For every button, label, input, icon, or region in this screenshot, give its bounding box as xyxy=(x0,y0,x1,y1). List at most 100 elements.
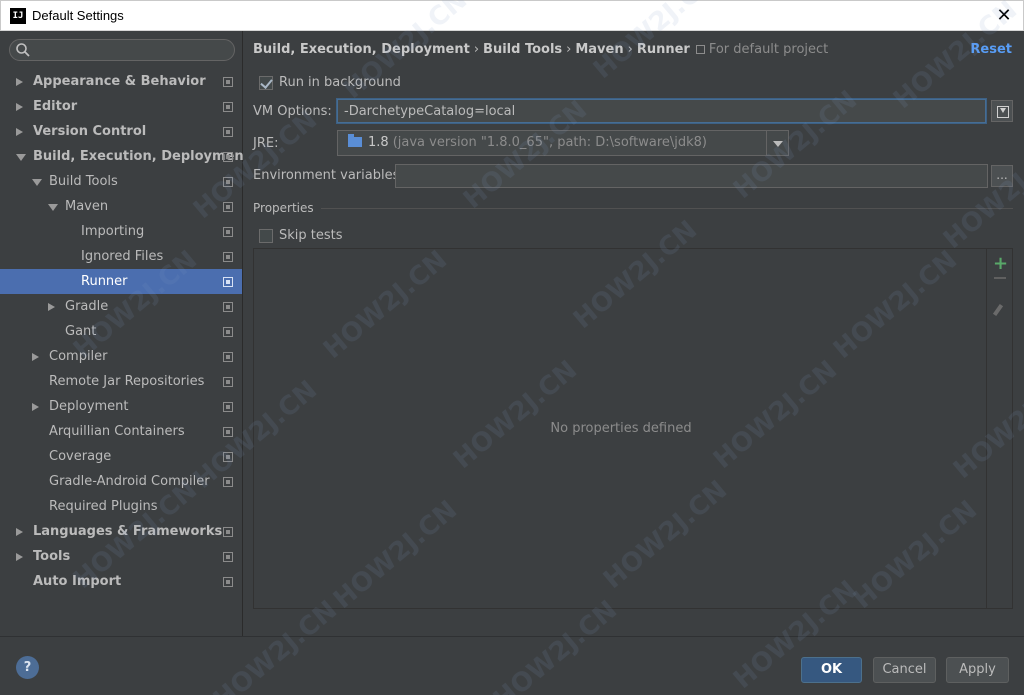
sidebar-item-remote-jar-repositories[interactable]: Remote Jar Repositories xyxy=(0,369,242,394)
breadcrumb-item[interactable]: Build, Execution, Deployment xyxy=(253,42,470,57)
vm-options-input[interactable] xyxy=(337,99,986,123)
sidebar-item-label: Ignored Files xyxy=(81,249,164,264)
breadcrumb-item[interactable]: Runner xyxy=(637,42,690,57)
sidebar-item-required-plugins[interactable]: Required Plugins xyxy=(0,494,242,519)
environment-variables-label: Environment variables: xyxy=(253,168,404,183)
sidebar-item-auto-import[interactable]: Auto Import xyxy=(0,569,242,594)
ok-button[interactable]: OK xyxy=(801,657,862,683)
settings-search-input[interactable] xyxy=(9,39,235,61)
sidebar-item-tools[interactable]: Tools xyxy=(0,544,242,569)
sidebar-item-appearance-behavior[interactable]: Appearance & Behavior xyxy=(0,69,242,94)
vm-options-label: VM Options: xyxy=(253,104,332,119)
chevron-down-icon[interactable] xyxy=(32,179,42,186)
sidebar-item-importing[interactable]: Importing xyxy=(0,219,242,244)
project-scope-icon xyxy=(223,352,233,362)
sidebar-item-build-tools[interactable]: Build Tools xyxy=(0,169,242,194)
properties-divider xyxy=(321,208,1013,209)
sidebar-item-editor[interactable]: Editor xyxy=(0,94,242,119)
apply-button[interactable]: Apply xyxy=(946,657,1009,683)
reset-link[interactable]: Reset xyxy=(970,42,1012,57)
sidebar-item-label: Deployment xyxy=(49,399,129,414)
sidebar-item-label: Appearance & Behavior xyxy=(33,74,206,89)
chevron-right-icon[interactable] xyxy=(32,403,39,411)
breadcrumb-item[interactable]: Maven xyxy=(575,42,623,57)
help-button[interactable]: ? xyxy=(16,656,39,679)
project-scope-icon xyxy=(223,127,233,137)
breadcrumb-separator: › xyxy=(566,42,572,57)
chevron-right-icon[interactable] xyxy=(48,303,55,311)
skip-tests-checkbox[interactable] xyxy=(259,229,273,243)
project-scope-icon xyxy=(223,477,233,487)
chevron-right-icon[interactable] xyxy=(32,353,39,361)
jre-version: 1.8 xyxy=(368,135,389,150)
cancel-button[interactable]: Cancel xyxy=(873,657,936,683)
project-scope-icon xyxy=(223,152,233,162)
sidebar-item-arquillian-containers[interactable]: Arquillian Containers xyxy=(0,419,242,444)
jre-label: JRE: xyxy=(253,136,279,151)
sidebar-item-compiler[interactable]: Compiler xyxy=(0,344,242,369)
browse-environment-variables-button[interactable]: ... xyxy=(991,165,1013,187)
sidebar-item-build-execution-deployment[interactable]: Build, Execution, Deployment xyxy=(0,144,250,169)
sidebar-item-gradle[interactable]: Gradle xyxy=(0,294,242,319)
sidebar-item-version-control[interactable]: Version Control xyxy=(0,119,242,144)
close-icon[interactable]: ✕ xyxy=(993,5,1015,27)
sidebar-item-languages-frameworks[interactable]: Languages & Frameworks xyxy=(0,519,242,544)
chevron-down-icon[interactable] xyxy=(766,131,788,155)
sidebar-item-label: Build, Execution, Deployment xyxy=(33,149,250,164)
search-icon xyxy=(16,43,30,57)
project-scope-icon xyxy=(223,402,233,412)
sidebar-item-label: Maven xyxy=(65,199,109,214)
project-scope-icon xyxy=(223,327,233,337)
project-scope-icon xyxy=(223,577,233,587)
properties-table: No properties defined + xyxy=(253,248,1013,609)
project-scope-icon xyxy=(223,302,233,312)
project-scope-icon xyxy=(223,377,233,387)
project-scope-icon xyxy=(223,527,233,537)
chevron-down-icon[interactable] xyxy=(16,154,26,161)
skip-tests-label[interactable]: Skip tests xyxy=(279,228,343,243)
sidebar-item-coverage[interactable]: Coverage xyxy=(0,444,242,469)
sidebar-item-maven[interactable]: Maven xyxy=(0,194,242,219)
sidebar-item-label: Runner xyxy=(81,274,128,289)
project-scope-icon xyxy=(695,45,705,54)
sidebar-item-gradle-android-compiler[interactable]: Gradle-Android Compiler xyxy=(0,469,242,494)
add-property-icon[interactable]: + xyxy=(993,253,1008,274)
title-bar: IJ Default Settings ✕ xyxy=(0,0,1024,31)
expand-vm-options-button[interactable] xyxy=(991,100,1013,122)
edit-property-icon[interactable] xyxy=(992,303,1004,317)
sidebar-item-label: Tools xyxy=(33,549,71,564)
sidebar-item-deployment[interactable]: Deployment xyxy=(0,394,242,419)
breadcrumb-scope: For default project xyxy=(695,42,828,57)
project-scope-icon xyxy=(223,77,233,87)
sidebar-item-label: Gant xyxy=(65,324,97,339)
sidebar-item-gant[interactable]: Gant xyxy=(0,319,242,344)
sidebar-item-runner[interactable]: Runner xyxy=(0,269,242,294)
environment-variables-input[interactable] xyxy=(395,164,988,188)
sidebar-item-ignored-files[interactable]: Ignored Files xyxy=(0,244,242,269)
chevron-right-icon[interactable] xyxy=(16,78,23,86)
sidebar-item-label: Gradle-Android Compiler xyxy=(49,474,210,489)
jre-select[interactable]: 1.8 (java version "1.8.0_65", path: D:\so… xyxy=(337,130,789,156)
project-scope-icon xyxy=(223,427,233,437)
folder-icon xyxy=(348,134,362,147)
chevron-down-icon[interactable] xyxy=(48,204,58,211)
project-scope-icon xyxy=(223,202,233,212)
sidebar-item-label: Coverage xyxy=(49,449,112,464)
empty-properties-text: No properties defined xyxy=(550,421,692,436)
run-in-background-label[interactable]: Run in background xyxy=(279,75,401,90)
chevron-right-icon[interactable] xyxy=(16,103,23,111)
chevron-right-icon[interactable] xyxy=(16,528,23,536)
chevron-right-icon[interactable] xyxy=(16,553,23,561)
remove-property-icon[interactable] xyxy=(994,277,1006,279)
jre-detail: (java version "1.8.0_65", path: D:\softw… xyxy=(392,135,707,150)
sidebar-item-label: Languages & Frameworks xyxy=(33,524,223,539)
settings-sidebar: Appearance & Behavior Editor Version Contr… xyxy=(0,31,250,636)
project-scope-icon xyxy=(223,252,233,262)
properties-section-title: Properties xyxy=(253,201,314,215)
sidebar-item-label: Build Tools xyxy=(49,174,118,189)
sidebar-item-label: Required Plugins xyxy=(49,499,158,514)
sidebar-item-label: Importing xyxy=(81,224,145,239)
run-in-background-checkbox[interactable] xyxy=(259,76,273,90)
breadcrumb-item[interactable]: Build Tools xyxy=(483,42,562,57)
chevron-right-icon[interactable] xyxy=(16,128,23,136)
